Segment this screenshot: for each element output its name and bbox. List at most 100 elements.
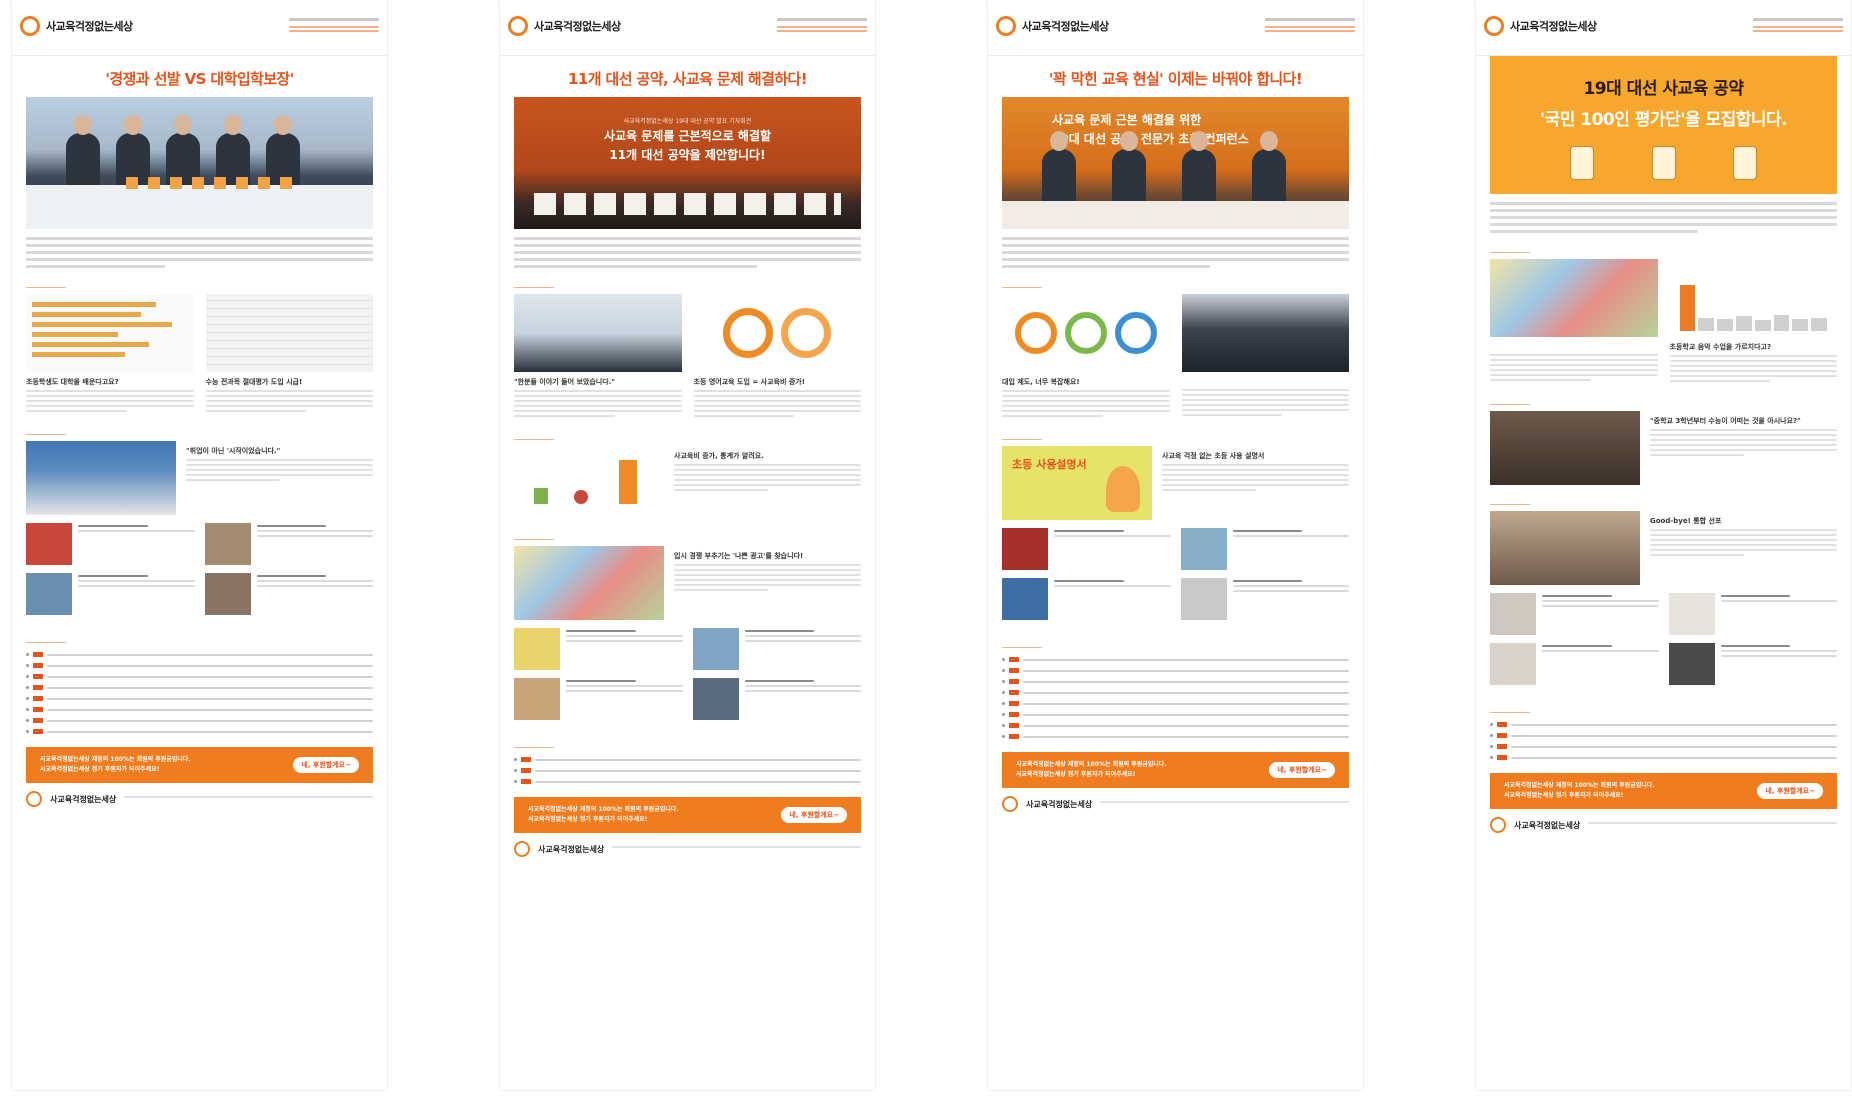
list-item[interactable] xyxy=(692,628,861,670)
section-tag xyxy=(1002,638,1042,648)
list-item[interactable] xyxy=(1002,578,1171,620)
page-headline: 11개 대선 공약, 사교육 문제 해결하다! xyxy=(568,70,808,88)
org-logo[interactable]: 사교육걱정없는세상 xyxy=(996,14,1109,38)
news-row[interactable] xyxy=(26,693,373,704)
list-item[interactable] xyxy=(26,523,195,565)
donut-chart-thumbnail xyxy=(1002,294,1170,372)
news-row[interactable] xyxy=(1490,741,1837,752)
news-row[interactable] xyxy=(26,715,373,726)
logo-ring-icon xyxy=(1002,796,1018,812)
article-card[interactable] xyxy=(1490,259,1658,385)
hero-banner[interactable]: 19대 대선 사교육 공약 '국민 100인 평가단'을 모집합니다. xyxy=(1490,56,1837,194)
article-card[interactable]: "한분들 이야기 들어 보았습니다." xyxy=(514,294,682,420)
list-item[interactable] xyxy=(204,523,373,565)
list-item[interactable] xyxy=(204,573,373,615)
news-row[interactable] xyxy=(1002,687,1349,698)
support-button[interactable]: 네, 후원할게요~ xyxy=(1269,762,1335,778)
page-header: 사교육걱정없는세상 xyxy=(500,0,875,56)
news-row[interactable] xyxy=(1002,654,1349,665)
support-banner: 사교육걱정없는세상 재정의 100%는 회원의 후원금입니다. 사교육걱정없는세상… xyxy=(1490,773,1837,809)
logo-ring-icon xyxy=(20,16,40,36)
logo-ring-icon xyxy=(26,791,42,807)
news-row[interactable] xyxy=(26,649,373,660)
feature-article[interactable]: 초등 사용설명서 사교육 걱정 없는 초등 사용 설명서 xyxy=(1002,446,1349,520)
org-logo[interactable]: 사교육걱정없는세상 xyxy=(1484,14,1597,38)
page-footer: 사교육걱정없는세상 xyxy=(1002,796,1349,812)
article-card[interactable]: 초등학교 음악 수업을 가르치다고? xyxy=(1669,259,1837,385)
support-line: 사교육걱정없는세상 정기 후원자가 되어주세요! xyxy=(528,816,648,823)
hero-photo[interactable]: 사교육걱정없는세상 19대 대선 공약 발표 기자회견 사교육 문제를 근본적으… xyxy=(514,97,861,229)
article-card[interactable]: 초등 영어교육 도입 = 사교육비 증가! xyxy=(693,294,861,420)
article-card[interactable]: 초등학생도 대학을 배운다고요? xyxy=(26,294,194,415)
feature-article[interactable]: Good-bye! 통합 선포 xyxy=(1490,511,1837,585)
issue-info xyxy=(1753,14,1843,55)
article-title: 입시 경쟁 부추기는 '나쁜 광고'를 찾습니다! xyxy=(674,552,804,560)
support-button[interactable]: 네, 후원할게요~ xyxy=(1757,783,1823,799)
list-item[interactable] xyxy=(1668,593,1837,635)
news-row[interactable] xyxy=(1002,665,1349,676)
list-item[interactable] xyxy=(1180,528,1349,570)
list-item[interactable] xyxy=(26,573,195,615)
news-row[interactable] xyxy=(1002,698,1349,709)
list-item[interactable] xyxy=(514,678,683,720)
ads-collage-photo xyxy=(514,546,664,620)
bar-chart-thumbnail xyxy=(26,294,194,372)
article-card[interactable]: 수능 전과목 절대평가 도입 시급! xyxy=(205,294,373,415)
list-item[interactable] xyxy=(692,678,861,720)
feature-photo xyxy=(26,441,176,515)
article-title xyxy=(1490,342,1658,351)
section-tag xyxy=(26,633,66,643)
list-item[interactable] xyxy=(1180,578,1349,620)
section-tag xyxy=(1002,278,1042,288)
section-tag xyxy=(514,278,554,288)
list-item[interactable] xyxy=(1002,528,1171,570)
chart-thumbnail xyxy=(514,446,664,520)
support-line: 사교육걱정없는세상 재정의 100%는 회원의 후원금입니다. xyxy=(40,756,191,764)
newsletter-page-2: 사교육걱정없는세상 11개 대선 공약, 사교육 문제 해결하다! 사교육걱정없… xyxy=(500,0,875,1090)
list-item[interactable] xyxy=(514,628,683,670)
feature-article[interactable]: 입시 경쟁 부추기는 '나쁜 광고'를 찾습니다! xyxy=(514,546,861,620)
news-row[interactable] xyxy=(26,704,373,715)
news-row[interactable] xyxy=(1490,752,1837,763)
news-row[interactable] xyxy=(1490,719,1837,730)
feature-article[interactable]: "중학교 3학년부터 수능이 어떠는 것을 아시나요?" xyxy=(1490,411,1837,485)
hero-photo[interactable]: 사교육 문제 근본 해결을 위한 19대 대선 공약, 전문가 초청 컨퍼런스 xyxy=(1002,97,1349,229)
news-row[interactable] xyxy=(514,754,861,765)
footer-org-name: 사교육걱정없는세상 xyxy=(50,794,117,804)
section-tag xyxy=(26,425,66,435)
org-logo[interactable]: 사교육걱정없는세상 xyxy=(20,14,133,38)
worker-icon xyxy=(1733,146,1757,180)
support-line: 사교육걱정없는세상 정기 후원자가 되어주세요! xyxy=(40,766,160,773)
news-row[interactable] xyxy=(1002,676,1349,687)
feature-article[interactable]: "취업이 아닌 '시작이었습니다." xyxy=(26,441,373,515)
guidebook-cover: 초등 사용설명서 xyxy=(1002,446,1152,520)
news-row[interactable] xyxy=(26,682,373,693)
support-button[interactable]: 네, 후원할게요~ xyxy=(781,807,847,823)
news-row[interactable] xyxy=(1490,730,1837,741)
list-item[interactable] xyxy=(1490,643,1659,685)
character-icon xyxy=(1106,466,1140,512)
news-row[interactable] xyxy=(26,660,373,671)
news-row[interactable] xyxy=(26,726,373,737)
intro-text xyxy=(514,237,861,268)
news-row[interactable] xyxy=(1002,709,1349,720)
list-item[interactable] xyxy=(1668,643,1837,685)
news-row[interactable] xyxy=(1002,731,1349,742)
news-row[interactable] xyxy=(1002,720,1349,731)
news-row[interactable] xyxy=(514,776,861,787)
issue-info xyxy=(777,14,867,55)
list-item[interactable] xyxy=(1490,593,1659,635)
article-card[interactable]: 대입 제도, 너무 복잡해요! xyxy=(1002,294,1170,420)
feature-article[interactable]: 사교육비 증가, 통계가 알려요. xyxy=(514,446,861,520)
donut-chart-thumbnail xyxy=(693,294,861,372)
support-button[interactable]: 네, 후원할게요~ xyxy=(293,757,359,773)
news-row[interactable] xyxy=(26,671,373,682)
clipboard-icon xyxy=(1570,146,1594,180)
org-logo[interactable]: 사교육걱정없는세상 xyxy=(508,14,621,38)
hero-photo[interactable] xyxy=(26,97,373,229)
article-card[interactable] xyxy=(1181,294,1349,420)
section-tag xyxy=(26,278,66,288)
news-row[interactable] xyxy=(514,765,861,776)
illustration-thumbnail xyxy=(1490,259,1658,337)
article-title: 초등학생도 대학을 배운다고요? xyxy=(26,378,119,386)
